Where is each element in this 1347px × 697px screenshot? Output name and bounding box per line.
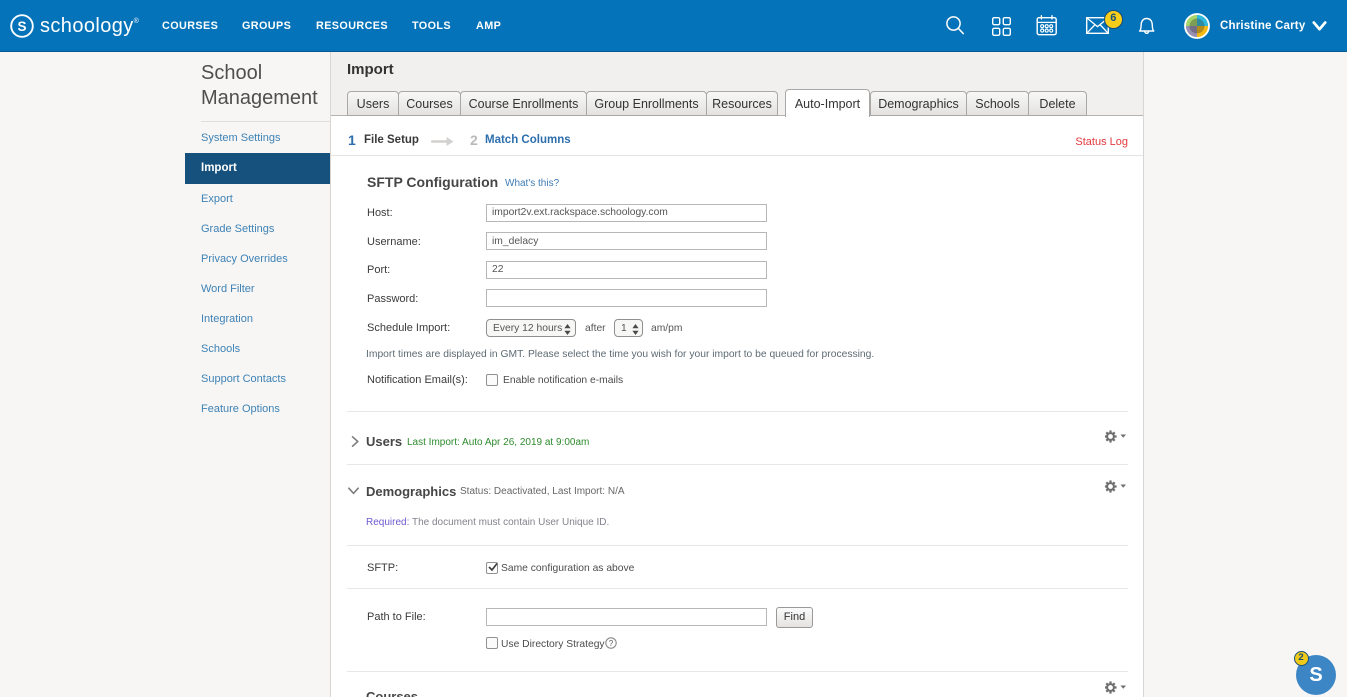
svg-text:?: ? <box>609 639 614 648</box>
svg-text:S: S <box>17 19 26 34</box>
